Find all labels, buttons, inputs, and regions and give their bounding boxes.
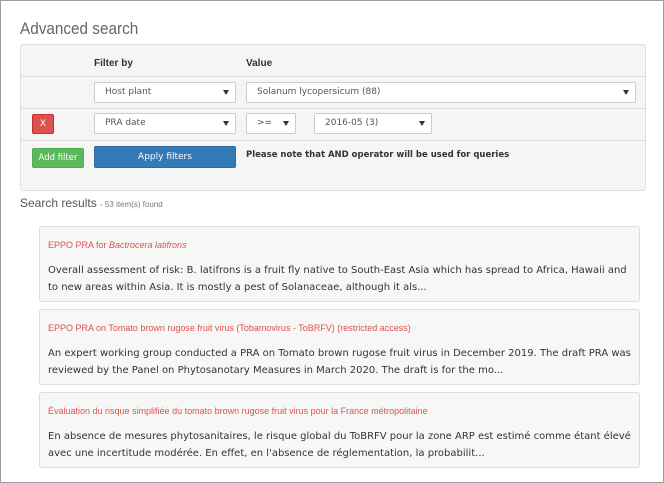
result-title-text: EPPO PRA for <box>48 240 110 250</box>
result-description: An expert working group conducted a PRA … <box>48 348 631 376</box>
result-title-text: EPPO PRA on Tomato brown rugose fruit vi… <box>48 323 411 333</box>
divider <box>21 108 645 109</box>
caret-down-icon <box>283 121 289 126</box>
filter-select-1[interactable]: Host plant <box>94 82 236 103</box>
value-select-2[interactable]: 2016-05 (3) <box>314 113 432 134</box>
result-title-text: Évaluation du risque simplifiée du tomat… <box>48 406 428 416</box>
value-header: Value <box>246 58 273 69</box>
result-card: EPPO PRA on Tomato brown rugose fruit vi… <box>39 309 640 385</box>
caret-down-icon <box>623 90 629 95</box>
result-title-species: Bactrocera latifrons <box>109 240 187 250</box>
add-filter-button[interactable]: Add filter <box>32 148 84 168</box>
and-operator-note: Please note that AND operator will be us… <box>246 150 510 160</box>
results-heading-label: Search results <box>20 196 97 210</box>
divider <box>21 140 645 141</box>
results-heading: Search results - 53 item(s) found <box>20 196 163 210</box>
page-title: Advanced search <box>20 19 139 38</box>
result-description: En absence de mesures phytosanitaires, l… <box>48 431 631 459</box>
result-title-link[interactable]: EPPO PRA for Bactrocera latifrons <box>48 240 187 250</box>
result-card: Évaluation du risque simplifiée du tomat… <box>39 392 640 468</box>
result-description: Overall assessment of risk: B. latifrons… <box>48 265 627 293</box>
filter-by-header: Filter by <box>94 58 133 69</box>
result-card: EPPO PRA for Bactrocera latifrons Overal… <box>39 226 640 302</box>
result-title-link[interactable]: EPPO PRA on Tomato brown rugose fruit vi… <box>48 323 411 333</box>
caret-down-icon <box>419 121 425 126</box>
filter-panel: Filter by Value Host plant Solanum lycop… <box>20 44 646 191</box>
value-select-1[interactable]: Solanum lycopersicum (88) <box>246 82 636 103</box>
divider <box>21 76 645 77</box>
filter-select-2-value: PRA date <box>105 118 146 128</box>
value-select-1-value: Solanum lycopersicum (88) <box>257 87 381 97</box>
apply-filters-button[interactable]: Apply filters <box>94 146 236 168</box>
caret-down-icon <box>223 121 229 126</box>
result-title-link[interactable]: Évaluation du risque simplifiée du tomat… <box>48 406 428 416</box>
operator-select[interactable]: >= <box>246 113 296 134</box>
value-select-2-value: 2016-05 (3) <box>325 118 379 128</box>
remove-filter-button[interactable]: X <box>32 114 54 134</box>
page-frame: Advanced search Filter by Value Host pla… <box>0 0 664 483</box>
filter-select-2[interactable]: PRA date <box>94 113 236 134</box>
caret-down-icon <box>223 90 229 95</box>
filter-select-1-value: Host plant <box>105 87 152 97</box>
results-count: - 53 item(s) found <box>100 200 163 209</box>
operator-select-value: >= <box>257 118 273 128</box>
